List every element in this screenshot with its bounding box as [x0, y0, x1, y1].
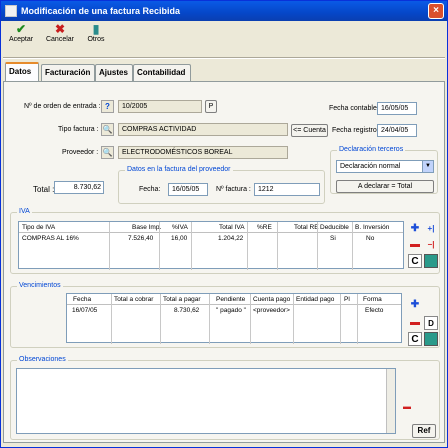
- venc-remove-button[interactable]: ▬: [408, 316, 422, 330]
- tipo-search-icon[interactable]: 🔍: [101, 123, 114, 136]
- tipo-field[interactable]: COMPRAS ACTIVIDAD: [118, 123, 288, 136]
- declaracion-value: Declaración normal: [340, 163, 401, 170]
- tab-facturacion[interactable]: Facturación: [41, 64, 95, 81]
- iva-table[interactable]: Tipo de IVA Base Imp. %IVA Total IVA %RE…: [18, 221, 404, 270]
- vencimientos-title: Vencimientos: [17, 282, 63, 289]
- iva-add-button[interactable]: ✚: [408, 222, 422, 236]
- iva-col-tipo: Tipo de IVA: [22, 224, 56, 231]
- iva-c-button[interactable]: C: [408, 254, 422, 268]
- tipo-label: Tipo factura :: [58, 126, 99, 133]
- others-label: Otros: [87, 36, 105, 43]
- toolbar-separator: [3, 57, 445, 59]
- datos-panel: Nº de orden de entrada : ? 10/2005 P Tip…: [3, 81, 445, 443]
- proveedor-invoice-title: Datos en la factura del proveedor: [125, 166, 233, 173]
- venc-col-pl: Pl: [344, 296, 350, 303]
- order-help-button[interactable]: ?: [101, 100, 114, 113]
- venc-col-cuenta: Cuenta pago: [253, 296, 291, 303]
- observaciones-title: Observaciones: [17, 356, 68, 363]
- others-button[interactable]: ▮ Otros: [85, 23, 107, 55]
- x-icon: ✖: [54, 22, 66, 36]
- ref-button[interactable]: Ref: [412, 424, 436, 438]
- venc-col-pagar: Total a pagar: [163, 296, 201, 303]
- cuenta-button[interactable]: <= Cuenta: [291, 124, 328, 137]
- venc-col-fecha: Fecha: [73, 296, 92, 303]
- main-window: Modificación de una factura Recibida × ✔…: [0, 0, 448, 448]
- venc-c-button[interactable]: C: [408, 332, 422, 346]
- iva-insert-button[interactable]: +|: [424, 222, 438, 236]
- iva-col-totaliva: Total IVA: [219, 224, 245, 231]
- tab-datos[interactable]: Datos: [5, 62, 39, 81]
- venc-add-button[interactable]: ✚: [408, 298, 422, 312]
- iva-col-piva: %IVA: [172, 224, 188, 231]
- iva-col-re: %RE: [257, 224, 272, 231]
- venc-d-button[interactable]: D: [424, 316, 438, 330]
- app-icon: [5, 5, 17, 17]
- nfactura-label: Nº factura :: [216, 186, 251, 193]
- vencimientos-table[interactable]: Fecha Total a cobrar Total a pagar Pendi…: [66, 293, 402, 344]
- proveedor-label: Proveedor :: [62, 149, 99, 156]
- observaciones-scrollbar[interactable]: [386, 369, 395, 433]
- order-p-button[interactable]: P: [205, 100, 217, 113]
- iva-col-totalre: Total RE: [294, 224, 319, 231]
- close-window-button[interactable]: ×: [428, 3, 444, 19]
- proveedor-field[interactable]: ELECTRODOMÉSTICOS BOREAL: [118, 146, 288, 159]
- iva-header-row: Tipo de IVA Base Imp. %IVA Total IVA %RE…: [19, 222, 403, 233]
- tab-ajustes[interactable]: Ajustes: [95, 64, 133, 81]
- window-title: Modificación de una factura Recibida: [21, 6, 181, 16]
- check-icon: ✔: [15, 22, 27, 36]
- fecha-registro-label: Fecha registro :: [332, 127, 381, 134]
- declaracion-title: Declaración terceros: [337, 146, 406, 153]
- observaciones-textarea[interactable]: [16, 368, 396, 434]
- venc-calculator-icon[interactable]: [424, 332, 438, 346]
- declaracion-select[interactable]: Declaración normal ▼: [336, 160, 434, 173]
- iva-title: IVA: [17, 208, 32, 215]
- iva-col-base: Base Imp.: [132, 224, 162, 231]
- order-field[interactable]: 10/2005: [118, 100, 202, 113]
- fecha-label: Fecha:: [139, 186, 161, 193]
- total-label: Total :: [33, 185, 55, 194]
- iva-delete-button[interactable]: −|: [424, 238, 438, 252]
- venc-col-pendiente: Pendiente: [216, 296, 246, 303]
- iva-col-deducible: Deducible: [320, 224, 349, 231]
- fecha-field[interactable]: 16/05/05: [168, 183, 208, 196]
- iva-calculator-icon[interactable]: [424, 254, 438, 268]
- iva-remove-button[interactable]: ▬: [408, 238, 422, 252]
- venc-header-row: Fecha Total a cobrar Total a pagar Pendi…: [67, 294, 401, 305]
- fecha-registro-field[interactable]: 24/04/05: [377, 124, 417, 137]
- door-icon: ▮: [92, 22, 100, 36]
- venc-col-entidad: Entidad pago: [296, 296, 335, 303]
- table-row[interactable]: COMPRAS AL 16% 7.526,40 16,00 1.204,22 S…: [19, 234, 403, 244]
- declarar-total-button[interactable]: A declarar = Total: [336, 180, 434, 193]
- order-label: Nº de orden de entrada :: [24, 103, 101, 110]
- iva-col-binversion: B. Inversión: [355, 224, 390, 231]
- tab-contabilidad[interactable]: Contabilidad: [133, 64, 191, 81]
- venc-col-forma: Forma: [363, 296, 382, 303]
- title-bar: Modificación de una factura Recibida ×: [1, 1, 447, 21]
- observaciones-clear-button[interactable]: ▬: [400, 400, 414, 414]
- accept-button[interactable]: ✔ Aceptar: [7, 23, 35, 55]
- nfactura-field[interactable]: 1212: [254, 183, 320, 196]
- table-row[interactable]: 16/07/05 8.730,62 " pagado " <proveedor>…: [67, 306, 401, 316]
- chevron-down-icon[interactable]: ▼: [422, 161, 433, 172]
- proveedor-search-icon[interactable]: 🔍: [101, 146, 114, 159]
- cancel-label: Cancelar: [45, 36, 74, 43]
- total-field[interactable]: 8.730,62: [54, 181, 104, 194]
- venc-col-cobrar: Total a cobrar: [114, 296, 154, 303]
- fecha-contable-field[interactable]: 16/05/05: [377, 102, 417, 115]
- accept-label: Aceptar: [8, 36, 34, 43]
- cancel-button[interactable]: ✖ Cancelar: [45, 23, 75, 55]
- fecha-contable-label: Fecha contable :: [329, 105, 381, 112]
